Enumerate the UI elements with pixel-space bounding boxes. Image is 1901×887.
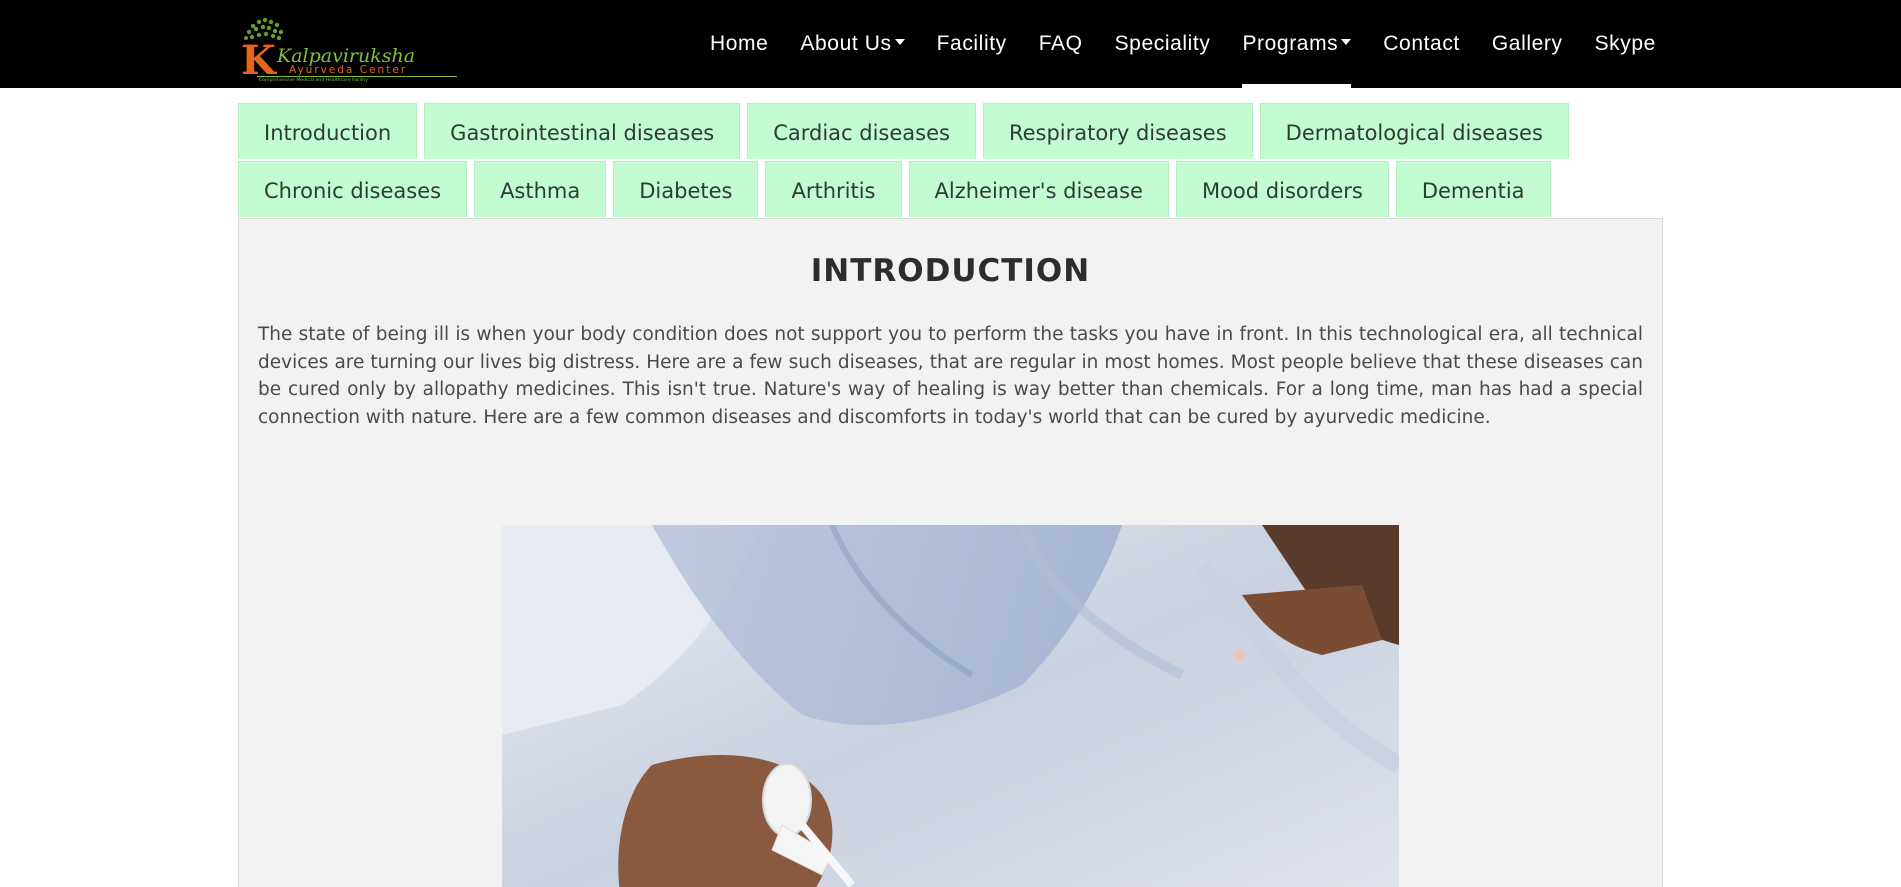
logo-subtitle: Ayurveda Center — [289, 64, 407, 76]
nav-contact[interactable]: Contact — [1367, 0, 1476, 88]
tab-arthritis[interactable]: Arthritis — [765, 161, 902, 217]
main-nav: Home About Us Facility FAQ Speciality Pr… — [694, 0, 1672, 88]
nav-skype-label: Skype — [1594, 32, 1656, 55]
nav-contact-label: Contact — [1383, 32, 1460, 55]
logo-tagline: Comprehensive Medical and Healthcare Fac… — [259, 77, 368, 82]
nav-speciality-label: Speciality — [1114, 32, 1211, 55]
nav-gallery[interactable]: Gallery — [1476, 0, 1579, 88]
tab-respiratory-diseases[interactable]: Respiratory diseases — [982, 103, 1253, 159]
disease-tabs: Introduction Gastrointestinal diseases C… — [238, 103, 1663, 219]
patient-photo — [502, 525, 1399, 887]
tab-mood-disorders[interactable]: Mood disorders — [1175, 161, 1389, 217]
nav-home-label: Home — [710, 32, 769, 55]
tab-row-1: Introduction Gastrointestinal diseases C… — [238, 103, 1663, 161]
nav-facility-label: Facility — [936, 32, 1007, 55]
site-logo[interactable]: K Kalpaviruksha Ayurveda Center Comprehe… — [237, 16, 461, 82]
tab-content-panel: INTRODUCTION The state of being ill is w… — [238, 218, 1663, 887]
tab-dementia[interactable]: Dementia — [1395, 161, 1551, 217]
nav-about-us[interactable]: About Us — [784, 0, 920, 88]
tab-introduction[interactable]: Introduction — [238, 103, 418, 159]
svg-text:K: K — [241, 37, 277, 82]
tab-diabetes[interactable]: Diabetes — [613, 161, 759, 217]
top-navbar: K Kalpaviruksha Ayurveda Center Comprehe… — [0, 0, 1901, 88]
nav-home[interactable]: Home — [694, 0, 784, 88]
caret-down-icon — [894, 39, 905, 46]
tab-gastrointestinal-diseases[interactable]: Gastrointestinal diseases — [424, 103, 741, 159]
nav-speciality[interactable]: Speciality — [1099, 0, 1227, 88]
intro-paragraph: The state of being ill is when your body… — [258, 324, 1643, 428]
tab-cardiac-diseases[interactable]: Cardiac diseases — [747, 103, 976, 159]
tab-asthma[interactable]: Asthma — [474, 161, 607, 217]
tab-dermatological-diseases[interactable]: Dermatological diseases — [1259, 103, 1569, 159]
tab-alzheimers-disease[interactable]: Alzheimer's disease — [908, 161, 1169, 217]
logo-graphic: K Kalpaviruksha Ayurveda Center Comprehe… — [241, 17, 457, 82]
nav-faq[interactable]: FAQ — [1023, 0, 1099, 88]
tab-chronic-diseases[interactable]: Chronic diseases — [238, 161, 468, 217]
nav-programs-label: Programs — [1242, 32, 1339, 55]
hospital-bed-image — [502, 525, 1399, 887]
nav-faq-label: FAQ — [1038, 32, 1083, 55]
nav-skype[interactable]: Skype — [1579, 0, 1672, 88]
nav-gallery-label: Gallery — [1491, 32, 1563, 55]
tab-row-2: Chronic diseases Asthma Diabetes Arthrit… — [238, 161, 1663, 219]
nav-about-us-label: About Us — [800, 32, 892, 55]
nav-facility[interactable]: Facility — [921, 0, 1023, 88]
caret-down-icon — [1341, 39, 1352, 46]
nav-programs[interactable]: Programs — [1226, 0, 1367, 88]
section-title: INTRODUCTION — [810, 253, 1091, 289]
